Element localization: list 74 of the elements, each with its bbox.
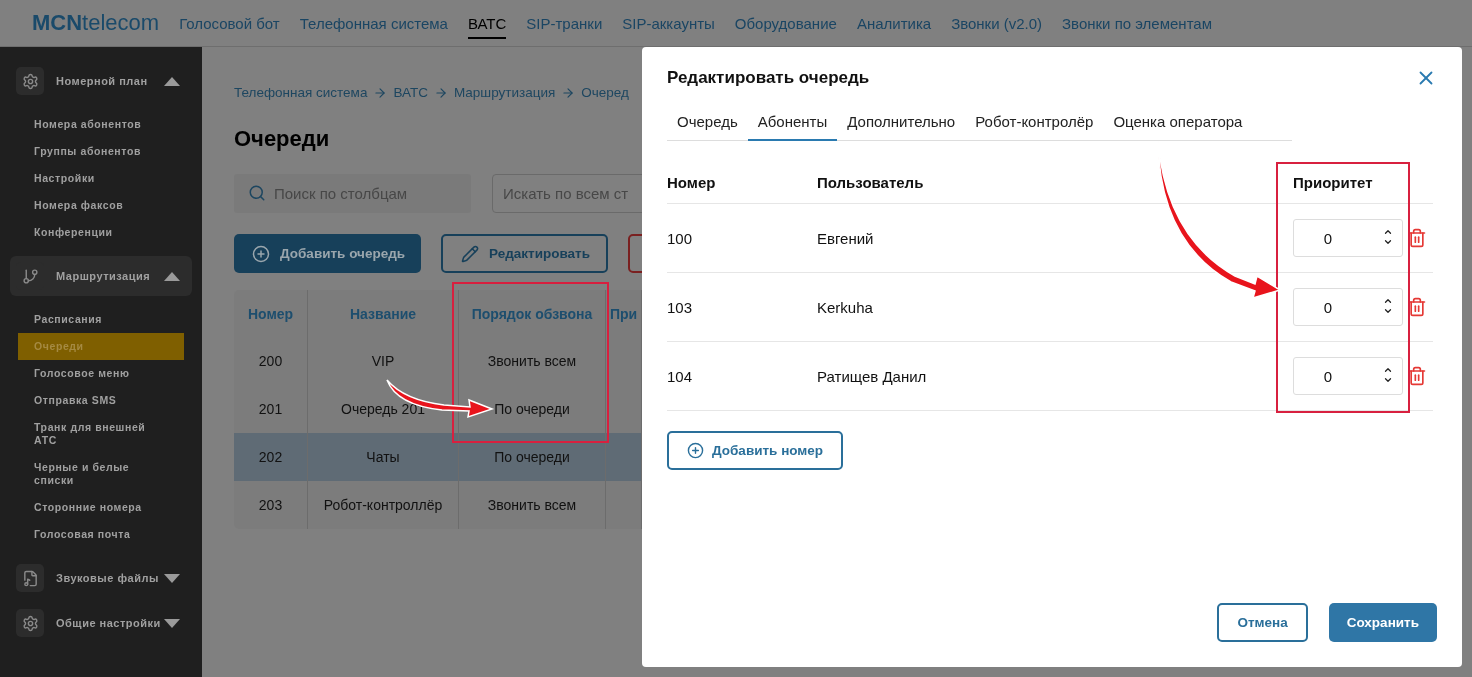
priority-field[interactable]: 0 <box>1293 219 1403 257</box>
trash-icon[interactable] <box>1407 228 1427 248</box>
arrow-right-icon <box>373 85 388 100</box>
tab[interactable]: Оценка оператора <box>1103 105 1253 141</box>
pencil-icon <box>461 244 479 263</box>
number-cell-text: 100 <box>667 229 694 247</box>
user-cell-text: Евгений <box>817 229 875 247</box>
column-header: Пользователь <box>817 174 925 191</box>
plus-circle-icon <box>687 442 704 459</box>
number-cell-text: 104 <box>667 367 694 385</box>
sidebar-item[interactable]: Транк для внешней АТС <box>18 414 184 454</box>
tab[interactable]: Абоненты <box>747 105 838 141</box>
tab[interactable]: Очередь <box>667 105 748 141</box>
settings-icon <box>16 67 44 95</box>
expand-icon[interactable] <box>164 573 180 583</box>
priority-field[interactable]: 0 <box>1293 357 1403 395</box>
sidebar-item[interactable]: Номера факсов <box>18 192 184 219</box>
trash-icon[interactable] <box>1407 366 1427 386</box>
column-header: Приоритет <box>1293 174 1374 191</box>
sidebar-section[interactable]: Маршрутизация <box>10 256 192 296</box>
sidebar-item[interactable]: Черные и белые списки <box>18 454 184 494</box>
table-cell: 200 <box>234 337 308 385</box>
collapse-icon[interactable] <box>164 76 180 86</box>
stepper-icon[interactable] <box>1383 365 1393 385</box>
search-icon <box>248 184 266 202</box>
table-cell: Звонить всем <box>459 481 606 529</box>
sidebar-item[interactable]: Голосовое меню <box>18 360 184 387</box>
collapse-icon[interactable] <box>164 271 180 281</box>
table-cell: 202 <box>234 433 308 481</box>
sidebar-section[interactable]: Звуковые файлы <box>10 558 192 598</box>
add-number-button[interactable]: Добавить номер <box>667 431 844 470</box>
sidebar-item[interactable]: Голосовая почта <box>18 521 184 548</box>
sidebar-item[interactable]: Номера абонентов <box>18 111 184 138</box>
number-cell-text: 103 <box>667 298 694 316</box>
sidebar-item[interactable]: Настройки <box>18 165 184 192</box>
user-cell-text: Kerkuha <box>817 298 874 316</box>
table-cell: По очереди <box>459 433 606 481</box>
sidebar-item[interactable]: Группы абонентов <box>18 138 184 165</box>
trash-icon[interactable] <box>1407 297 1427 317</box>
table-cell: Робот-контроллёр <box>308 481 459 529</box>
dialog-title: Редактировать очередь <box>667 68 870 88</box>
add-button[interactable]: Добавить очередь <box>234 234 421 273</box>
column-header: Номер <box>667 174 717 191</box>
section-label: Общие настройки <box>56 617 162 629</box>
expand-icon[interactable] <box>164 618 180 628</box>
stepper-icon[interactable] <box>1383 296 1393 316</box>
section-label: Маршрутизация <box>56 270 152 282</box>
music-file-icon <box>16 564 44 592</box>
search-all-field[interactable]: Искать по всем ст <box>492 174 642 213</box>
edit-button[interactable]: Редактировать <box>441 234 608 273</box>
table-row[interactable]: 202 Чаты По очереди <box>234 433 642 481</box>
stepper-icon[interactable] <box>1383 227 1393 247</box>
sidebar-section[interactable]: Общие настройки <box>10 603 192 643</box>
user-cell-text: Ратищев Данил <box>817 367 928 385</box>
table-cell: Звонить всем <box>459 337 606 385</box>
sidebar-item[interactable]: Отправка SMS <box>18 387 184 414</box>
priority-field[interactable]: 0 <box>1293 288 1403 326</box>
page-title: Очереди <box>234 126 331 152</box>
settings-icon <box>16 609 44 637</box>
tab[interactable]: Дополнительно <box>837 105 966 141</box>
section-label: Номерной план <box>56 75 149 87</box>
plus-circle-icon <box>252 244 270 263</box>
table-cell: 203 <box>234 481 308 529</box>
tab[interactable]: Робот-контролёр <box>965 105 1104 141</box>
sidebar-item[interactable]: Сторонние номера <box>18 494 184 521</box>
section-label: Звуковые файлы <box>56 572 160 584</box>
sidebar-section[interactable]: Номерной план <box>10 61 192 101</box>
sidebar-item[interactable]: Расписания <box>18 306 184 333</box>
sidebar-item[interactable]: Конференции <box>18 219 184 246</box>
save-button[interactable]: Сохранить <box>1328 603 1437 642</box>
cancel-button[interactable]: Отмена <box>1217 603 1308 642</box>
arrow-right-icon <box>433 85 448 100</box>
table-cell: Чаты <box>308 433 459 481</box>
nav-link[interactable]: ВАТС <box>467 11 507 39</box>
